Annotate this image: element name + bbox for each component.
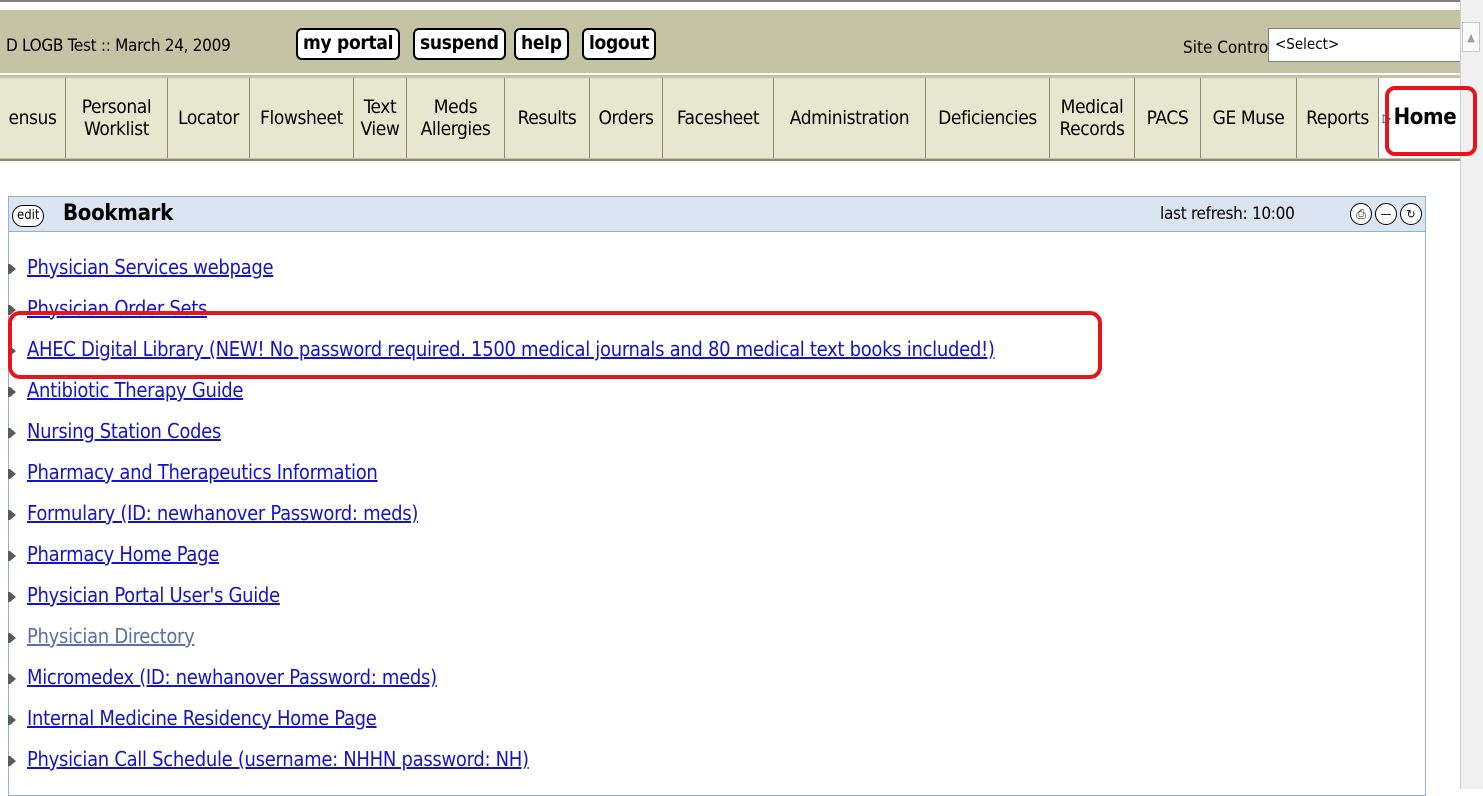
tab-ge-muse[interactable]: GE Muse xyxy=(1201,78,1297,158)
tab-label: Locator xyxy=(178,107,239,129)
bookmark-link[interactable]: Micromedex (ID: newhanover Password: med… xyxy=(27,664,437,690)
tab-administration[interactable]: Administration xyxy=(774,78,926,158)
tab-label: Meds Allergies xyxy=(420,96,491,140)
tab-facesheet[interactable]: Facesheet xyxy=(663,78,774,158)
bookmark-link[interactable]: Physician Directory xyxy=(27,623,195,649)
bookmark-link[interactable]: Physician Services webpage xyxy=(27,254,274,280)
tab-personal-worklist[interactable]: Personal Worklist xyxy=(66,78,168,158)
tab-locator[interactable]: Locator xyxy=(168,78,250,158)
bookmark-link[interactable]: Pharmacy Home Page xyxy=(27,541,219,567)
bookmark-link[interactable]: Antibiotic Therapy Guide xyxy=(27,377,243,403)
tab-census[interactable]: ensus xyxy=(0,78,66,158)
tab-pacs[interactable]: PACS xyxy=(1135,78,1201,158)
bookmark-link[interactable]: Internal Medicine Residency Home Page xyxy=(27,705,377,731)
tab-deficiencies[interactable]: Deficiencies xyxy=(926,78,1050,158)
bullet-arrow-icon xyxy=(8,633,16,643)
bookmark-link[interactable]: Physician Portal User's Guide xyxy=(27,582,280,608)
refresh-icon[interactable]: ↻ xyxy=(1400,203,1422,225)
bullet-arrow-icon xyxy=(8,469,16,479)
tab-label: Reports xyxy=(1306,107,1369,129)
logout-button[interactable]: logout xyxy=(582,28,657,60)
bullet-arrow-icon xyxy=(8,428,16,438)
tab-label: Orders xyxy=(598,107,654,129)
tab-label: GE Muse xyxy=(1212,107,1285,129)
help-button[interactable]: help xyxy=(514,28,569,60)
bullet-arrow-icon xyxy=(8,674,16,684)
suspend-button[interactable]: suspend xyxy=(413,28,506,60)
session-info: D LOGB Test :: March 24, 2009 xyxy=(6,36,231,56)
bullet-arrow-icon xyxy=(8,592,16,602)
edit-button[interactable]: edit xyxy=(12,205,45,227)
site-controls-select[interactable]: <Select> xyxy=(1268,28,1463,62)
tab-label: Deficiencies xyxy=(938,107,1037,129)
panel-title: Bookmark xyxy=(63,201,173,226)
print-icon[interactable]: ⎙ xyxy=(1350,203,1372,225)
tab-label: PACS xyxy=(1146,107,1189,129)
ahec-link-highlight xyxy=(8,311,1102,379)
tab-meds-allergies[interactable]: Meds Allergies xyxy=(407,78,505,158)
scroll-up-arrow-icon[interactable]: ▲ xyxy=(1462,22,1480,52)
tab-medical-records[interactable]: Medical Records xyxy=(1050,78,1135,158)
tab-label: ensus xyxy=(8,107,57,129)
tab-text-view[interactable]: Text View xyxy=(354,78,407,158)
bookmark-link[interactable]: Nursing Station Codes xyxy=(27,418,221,444)
tab-label: Administration xyxy=(789,107,910,129)
tab-label: Text View xyxy=(360,96,400,140)
tab-label: Results xyxy=(517,107,577,129)
my-portal-button[interactable]: my portal xyxy=(296,28,401,60)
last-refresh-text: last refresh: 10:00 xyxy=(1160,204,1295,224)
tab-label: Personal Worklist xyxy=(81,96,152,140)
bullet-arrow-icon xyxy=(8,715,16,725)
bullet-arrow-icon xyxy=(8,264,16,274)
bookmark-link[interactable]: Pharmacy and Therapeutics Information xyxy=(27,459,378,485)
minimize-icon[interactable]: — xyxy=(1375,203,1397,225)
bullet-arrow-icon xyxy=(8,387,16,397)
bookmark-link[interactable]: Formulary (ID: newhanover Password: meds… xyxy=(27,500,418,526)
tab-label: Facesheet xyxy=(676,107,760,129)
home-tab-highlight xyxy=(1385,86,1477,156)
tab-flowsheet[interactable]: Flowsheet xyxy=(250,78,354,158)
bullet-arrow-icon xyxy=(8,510,16,520)
bullet-arrow-icon xyxy=(8,551,16,561)
tab-label: Flowsheet xyxy=(260,107,343,129)
tab-reports[interactable]: Reports xyxy=(1297,78,1379,158)
tab-orders[interactable]: Orders xyxy=(590,78,663,158)
tab-label: Medical Records xyxy=(1059,96,1125,140)
tab-results[interactable]: Results xyxy=(505,78,590,158)
bullet-arrow-icon xyxy=(8,756,16,766)
bookmark-link[interactable]: Physician Call Schedule (username: NHHN … xyxy=(27,746,529,772)
